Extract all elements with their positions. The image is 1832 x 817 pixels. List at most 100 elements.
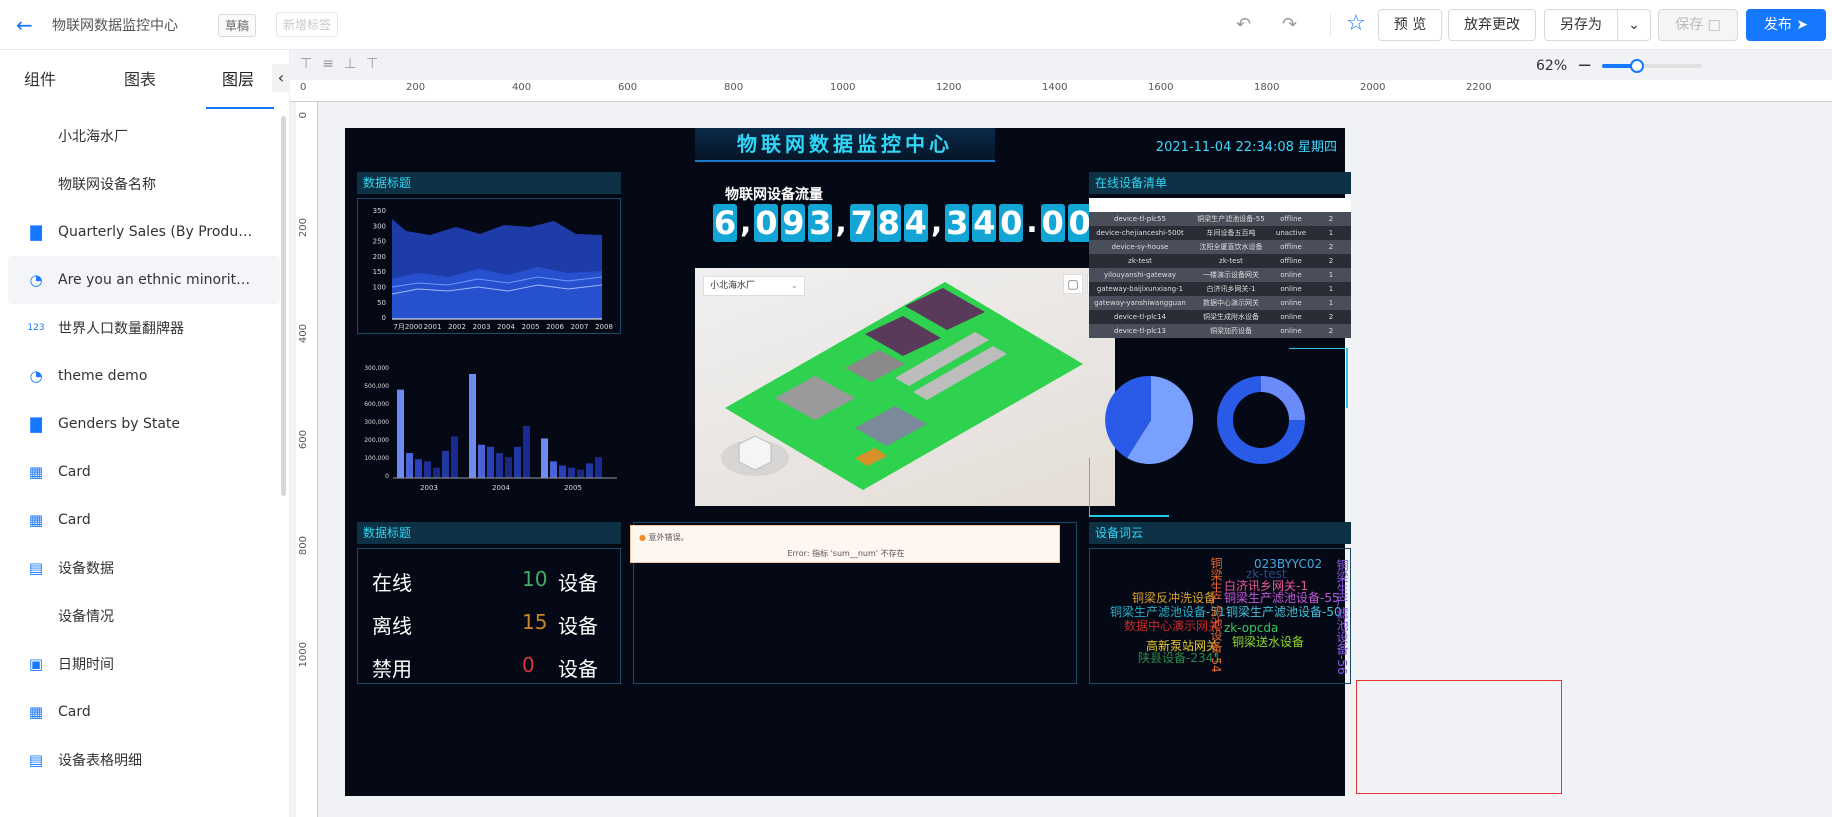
layer-item[interactable]: 设备情况 [8,592,280,640]
table-cell: 铜梁生成附水设备 [1203,313,1259,321]
table-cell: zk-test [1219,257,1243,265]
zoom-out-icon[interactable]: − [1577,55,1592,76]
device-table[interactable]: device-tl-plc55 铜梁生产滤池设备-55 offline 2 device… [1089,212,1351,338]
tab-layers[interactable]: 图层 [222,66,254,90]
table-cell: device-tl-plc55 [1114,215,1166,223]
zoom-slider-handle[interactable] [1630,58,1645,73]
layer-item[interactable]: 123 世界人口数量翻牌器 [8,304,280,352]
ruler-tick-label: 2000 [1360,82,1386,93]
preview-button[interactable]: 预 览 [1378,9,1442,41]
panel-title-status[interactable]: 数据标题 [357,522,621,544]
table-cell: gateway-baijixunxiang-1 [1096,285,1184,293]
layer-item-label: Card [58,464,91,480]
bar-chart: 300,000 500,000 600,000 300,000 200,000 100,0… [364,365,617,492]
layer-item[interactable]: ▦ Card [8,688,280,736]
selection-outline[interactable] [1356,680,1562,794]
undo-icon[interactable]: ↶ [1236,14,1251,35]
table-icon: ▤ [28,559,44,577]
flow-counter[interactable]: 6,093,784,340.006,093,784,340.00KE [713,204,1127,242]
layer-list: 小北海水厂物联网设备名称 ▇ Quarterly Sales (By Product… [8,112,280,812]
dashboard-canvas[interactable]: 物联网数据监控中心 2021-11-04 22:34:08 星期四 数据标题 3… [345,128,1351,796]
bar [397,389,404,478]
redo-icon[interactable]: ↷ [1282,14,1297,35]
table-row[interactable]: device-sy-house 沈阳全厦直饮水设备 offline 2 [1089,240,1351,254]
tab-charts[interactable]: 图表 [124,66,156,90]
back-arrow-icon[interactable]: ← [16,14,38,36]
ruler-tick-label: 1600 [1148,82,1174,93]
bar-chart-bars [397,374,602,478]
status-widget[interactable]: 在线 10 设备 离线 15 设备 禁用 0 设备 [357,548,621,684]
collapse-panel-button[interactable]: ‹ [272,64,290,92]
table-row[interactable]: device-chejianceshi-500t 车间设备五百吨 unactive 1 [1089,226,1351,240]
discard-changes-button[interactable]: 放弃更改 [1448,9,1536,41]
layer-item[interactable]: ▣ 日期时间 [8,640,280,688]
bar-chart-x-axis: 2003 2004 2005 [420,484,582,492]
wordcloud-word: 数据中心演示网关 [1124,619,1221,633]
align-middle-icon[interactable]: ≡ [322,56,344,72]
layer-item[interactable]: 小北海水厂 [8,112,280,160]
table-cell: device-sy-house [1111,243,1169,251]
panel-title-wordcloud[interactable]: 设备词云 [1089,522,1351,544]
table-cell: online [1280,285,1302,293]
area-series-2 [392,267,602,319]
layer-list-scrollbar[interactable] [281,116,286,496]
dashboard-title[interactable]: 物联网数据监控中心 [52,15,178,35]
table-icon: ▤ [28,751,44,769]
save-as-dropdown-button[interactable]: ⌄ [1617,9,1651,41]
wordcloud-widget[interactable]: 023BYYC02 zk-test 白济讯乡网关-1 铜梁生产滤池设备-55 铜梁反冲洗… [1089,548,1351,684]
layer-item[interactable]: ▇ Quarterly Sales (By Product ... [8,208,280,256]
bar [595,457,602,478]
pie-charts-widget[interactable] [1089,348,1351,528]
layer-item[interactable]: ▦ Card [8,448,280,496]
layer-item[interactable]: ▤ 设备表格明细 [8,736,280,784]
layer-item-label: 设备情况 [58,609,114,625]
area-chart-widget[interactable]: 350 300 250 200 150 100 50 0 7月2000 2001 2002 2003… [357,198,621,334]
layer-item[interactable]: ▇ Genders by State [8,400,280,448]
distribute-icon[interactable]: ⊤ [366,56,388,72]
table-row[interactable]: yilouyanshi-gateway 一楼演示设备网关 online 1 [1089,268,1351,282]
table-cell: 2 [1328,313,1334,321]
panel-title-area-chart[interactable]: 数据标题 [357,172,621,194]
area-x-tick: 2004 [497,323,515,331]
table-cell: unactive [1275,229,1307,237]
save-as-button[interactable]: 另存为 [1544,9,1618,41]
bar [586,463,593,478]
layer-item[interactable]: 物联网设备名称 [8,160,280,208]
ruler-tick-label: 200 [298,218,309,238]
datetime-widget[interactable]: 2021-11-04 22:34:08 星期四 [1156,136,1337,155]
horizontal-ruler: 0 200 400 600 800 1000 1200 1400 1600 1800 2000 220… [290,80,1832,102]
table-row[interactable]: gateway-baijixunxiang-1 白济讯乡网关-1 online 1 [1089,282,1351,296]
table-row[interactable]: gateway-yanshiwangguan 数据中心演示网关 online 1 [1089,296,1351,310]
publish-button[interactable]: 发布 ➤ [1746,9,1826,41]
table-row[interactable]: device-tl-plc55 铜梁生产滤池设备-55 offline 2 [1089,212,1351,226]
flow-digit: 3 [945,204,970,242]
align-bottom-icon[interactable]: ⊥ [344,56,366,72]
layer-item[interactable]: ◔ theme demo [8,352,280,400]
layer-item[interactable]: ◔ Are you an ethnic minority in ... [8,256,280,304]
orientation-cube-icon[interactable] [738,435,772,471]
zoom-slider[interactable] [1602,58,1703,73]
bar [505,457,512,478]
table-row[interactable]: device-tl-plc14 铜梁生成附水设备 online 2 [1089,310,1351,324]
flow-separator: . [1026,205,1038,240]
layer-item[interactable]: ▤ 设备数据 [8,544,280,592]
table-row[interactable]: zk-test zk-test offline 2 [1089,254,1351,268]
layer-item[interactable]: ▦ Card [8,496,280,544]
3d-scene-widget[interactable]: 小北海水厂⌄ ▢ ☰ [695,268,1115,506]
blank-icon [26,126,46,146]
bar [550,461,557,478]
layer-item-label: 物联网设备名称 [58,177,156,193]
area-chart-y-axis: 350 300 250 200 150 100 50 0 [373,207,386,322]
table-row[interactable]: device-tl-plc13 铜梁加药设备 online 2 [1089,324,1351,338]
flow-digit: 0 [754,204,779,242]
error-alert: ● 意外错误。 Error: 指标 'sum__num' 不存在 [630,525,1060,563]
add-tag-button[interactable]: 新增标签 [276,12,339,37]
table-cell: offline [1280,215,1302,223]
favorite-star-icon[interactable]: ☆ [1346,11,1366,36]
bar-chart-widget[interactable]: 300,000 500,000 600,000 300,000 200,000 100,0… [357,356,621,496]
save-button[interactable]: 保存 □ [1658,9,1738,41]
align-top-icon[interactable]: ⊤ [300,56,322,72]
counter-icon: 123 [27,323,45,333]
panel-title-device-list[interactable]: 在线设备清单 [1089,172,1351,194]
tab-components[interactable]: 组件 [24,66,56,90]
